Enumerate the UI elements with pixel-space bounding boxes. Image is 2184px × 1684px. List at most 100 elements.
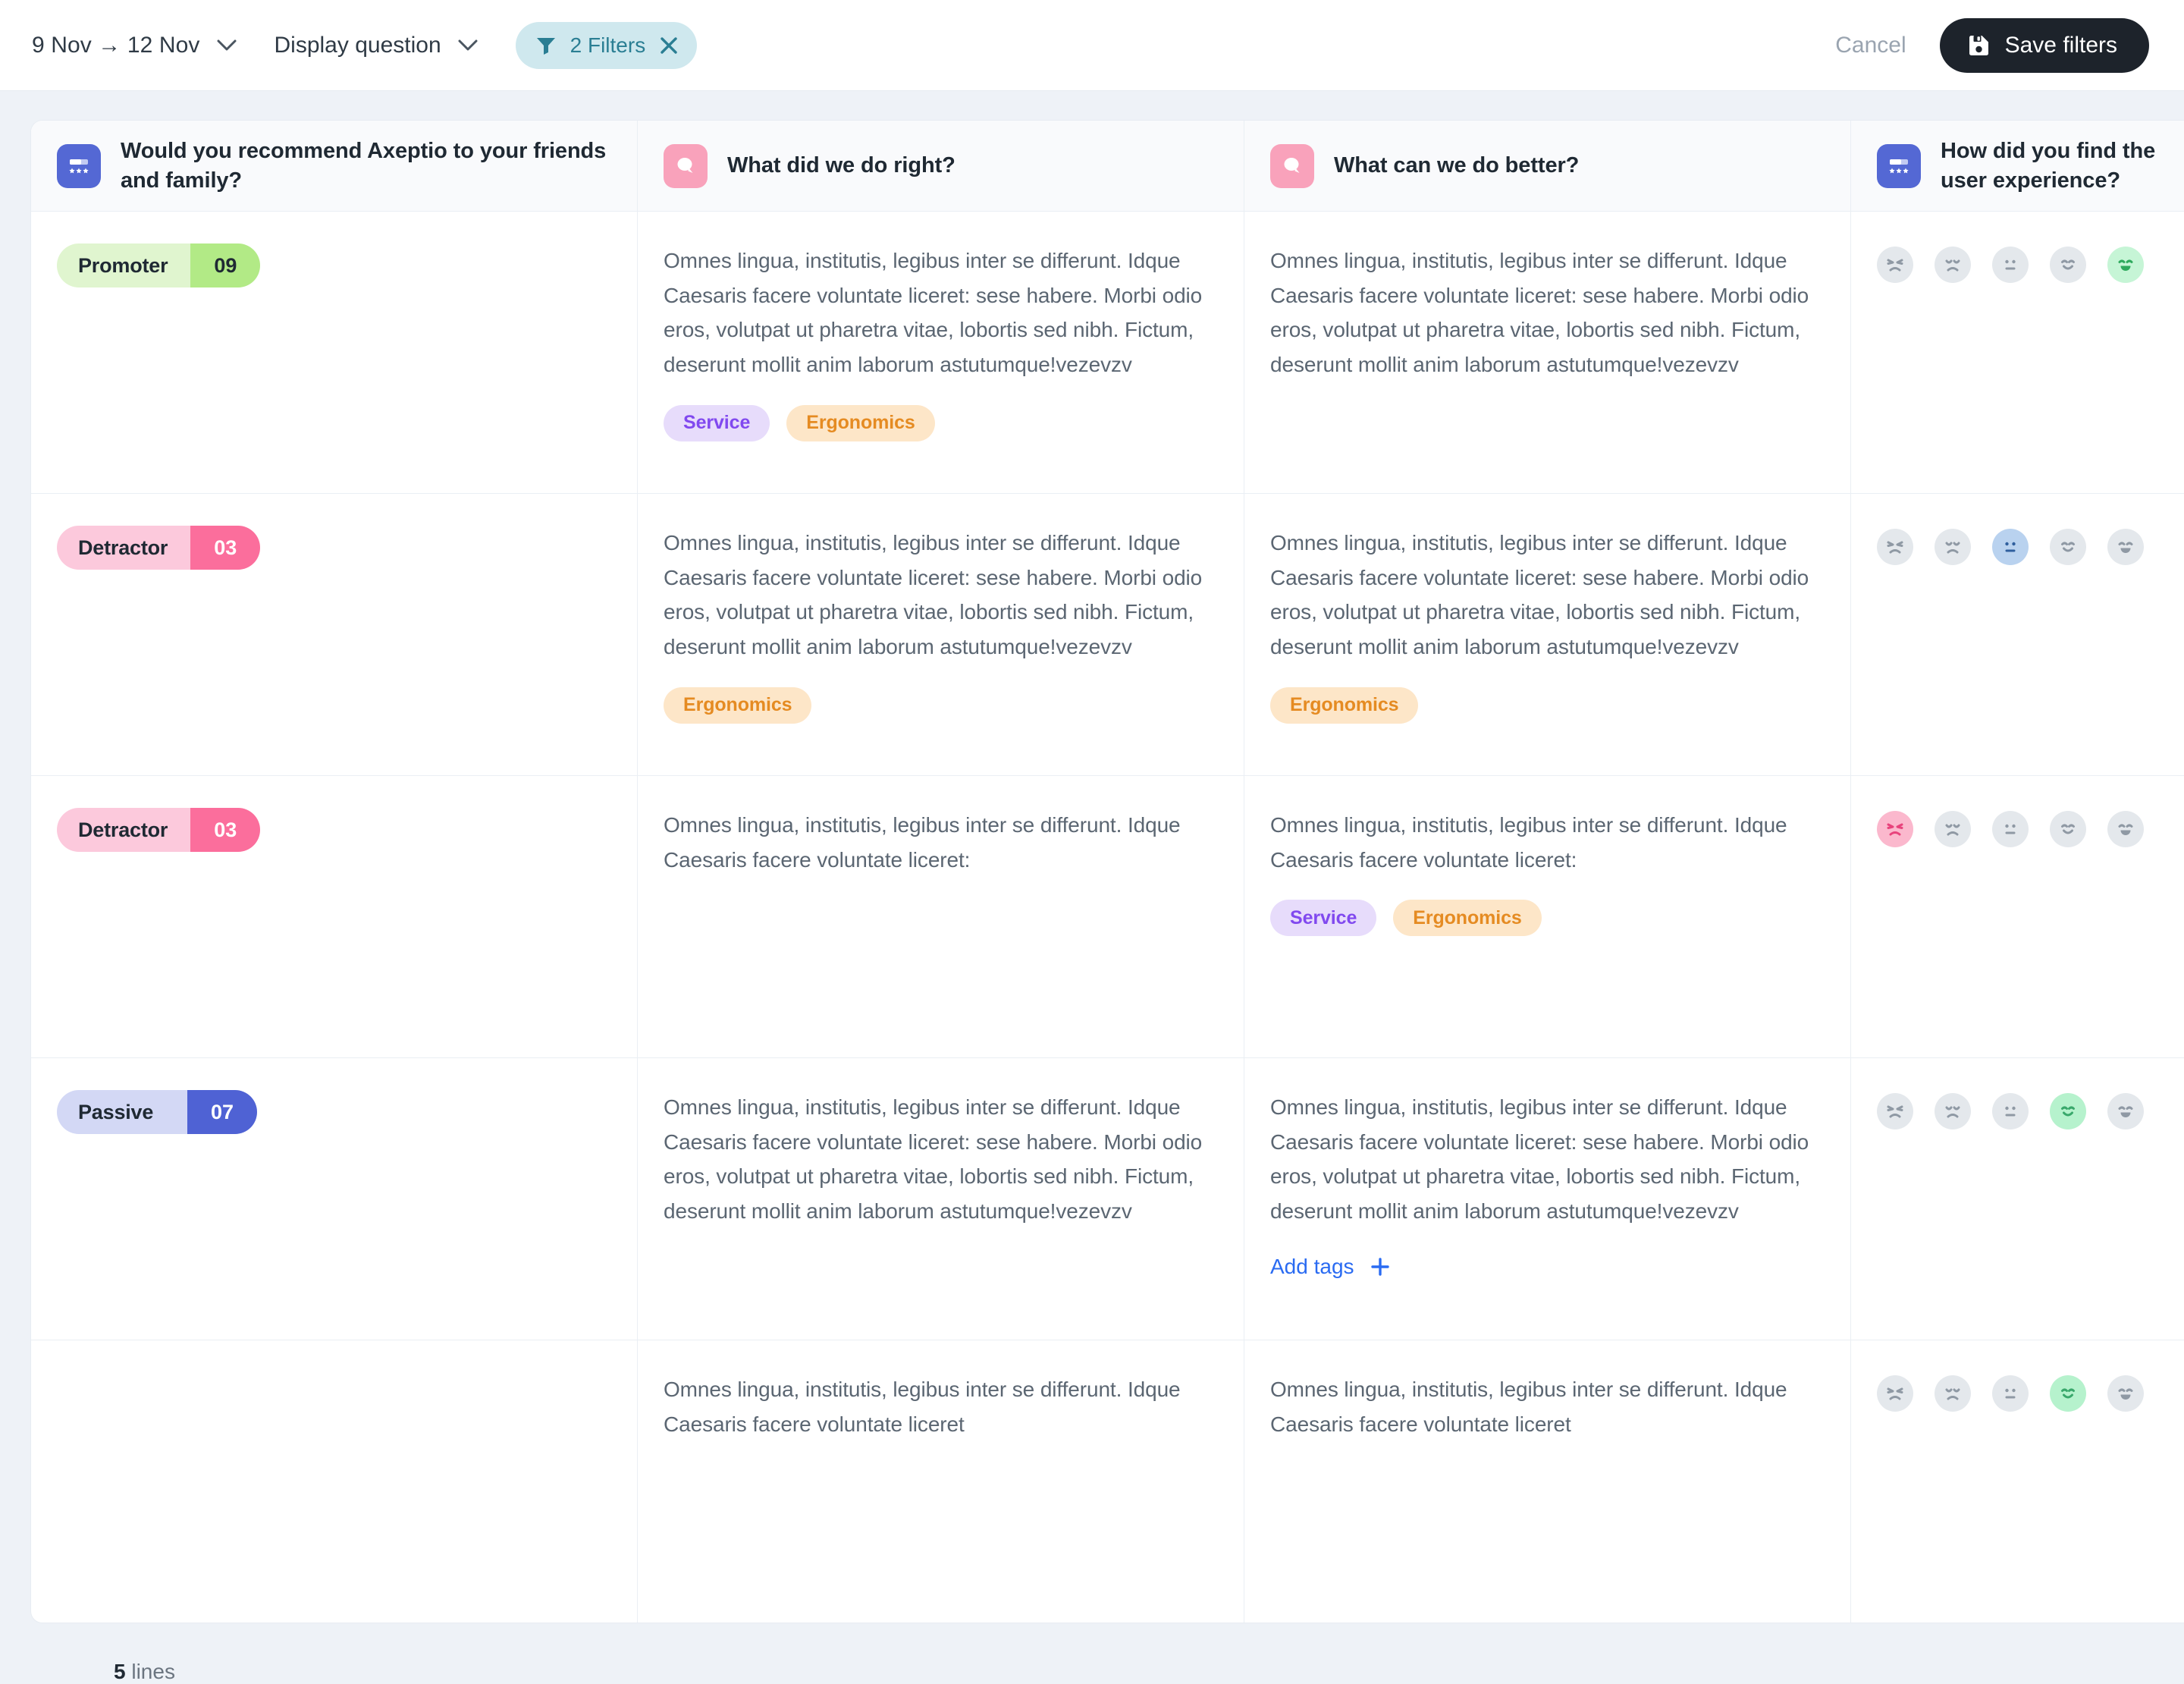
face-rating-option-3[interactable] <box>1992 1093 2029 1129</box>
close-icon[interactable] <box>659 36 679 55</box>
face-rating-option-2[interactable] <box>1935 247 1971 283</box>
face-rating-option-4[interactable] <box>2050 247 2086 283</box>
nps-score: 03 <box>190 808 261 852</box>
nps-badge: Passive 07 <box>57 1090 257 1134</box>
tag-service[interactable]: Service <box>664 404 770 441</box>
face-rating-scale <box>1877 808 2159 847</box>
user-experience-cell[interactable] <box>1851 212 2184 493</box>
face-rating-option-5[interactable] <box>2107 247 2144 283</box>
add-tags-button[interactable]: Add tags <box>1270 1255 1391 1279</box>
toolbar-actions: Cancel Save filters <box>1832 18 2149 73</box>
nps-cell[interactable]: Passive 07 <box>31 1058 638 1340</box>
active-filters-chip[interactable]: 2 Filters <box>515 22 698 69</box>
nps-label: Passive <box>57 1090 187 1134</box>
display-question-selector[interactable]: Display question <box>241 31 482 60</box>
face-rating-option-4[interactable] <box>2050 811 2086 847</box>
face-rating-option-2[interactable] <box>1935 529 1971 565</box>
face-rating-option-1[interactable] <box>1877 1093 1913 1129</box>
what-can-we-do-better-cell[interactable]: Omnes lingua, institutis, legibus inter … <box>1244 776 1851 1057</box>
nps-cell[interactable]: Promoter 09 <box>31 212 638 493</box>
face-rating-option-1[interactable] <box>1877 811 1913 847</box>
face-rating-option-5[interactable] <box>2107 1093 2144 1129</box>
filter-toolbar: 9 Nov → 12 Nov Display question 2 Filter… <box>0 0 2184 91</box>
face-rating-option-3[interactable] <box>1992 811 2029 847</box>
what-did-we-do-right-cell[interactable]: Omnes lingua, institutis, legibus inter … <box>638 494 1244 775</box>
nps-badge: Promoter 09 <box>57 243 261 287</box>
tag-ergonomics[interactable]: Ergonomics <box>664 686 812 724</box>
nps-badge: Detractor 03 <box>57 526 261 570</box>
face-rating-option-2[interactable] <box>1935 811 1971 847</box>
what-can-we-do-better-cell[interactable]: Omnes lingua, institutis, legibus inter … <box>1244 212 1851 493</box>
nps-cell[interactable] <box>31 1340 638 1623</box>
face-rating-option-1[interactable] <box>1877 247 1913 283</box>
date-range-selector[interactable]: 9 Nov → 12 Nov <box>32 31 241 60</box>
face-rating-option-5[interactable] <box>2107 811 2144 847</box>
column-header-what-did-we-do-right[interactable]: What did we do right? <box>638 121 1244 211</box>
what-did-we-do-right-cell[interactable]: Omnes lingua, institutis, legibus inter … <box>638 776 1244 1057</box>
plus-icon <box>1370 1256 1391 1277</box>
user-experience-cell[interactable] <box>1851 776 2184 1057</box>
what-can-we-do-better-cell[interactable]: Omnes lingua, institutis, legibus inter … <box>1244 494 1851 775</box>
tag-ergonomics[interactable]: Ergonomics <box>1393 900 1542 937</box>
column-header-nps[interactable]: Would you recommend Axeptio to your frie… <box>31 121 638 211</box>
column-header-label: Would you recommend Axeptio to your frie… <box>121 139 607 193</box>
chevron-down-icon[interactable] <box>453 31 482 60</box>
face-rating-option-1[interactable] <box>1877 529 1913 565</box>
column-header-what-can-we-do-better[interactable]: What can we do better? <box>1244 121 1851 211</box>
tag-service[interactable]: Service <box>1270 900 1377 937</box>
display-question-label: Display question <box>274 33 441 58</box>
face-rating-option-3[interactable] <box>1992 1375 2029 1412</box>
face-rating-option-2[interactable] <box>1935 1375 1971 1412</box>
column-header-label: What can we do better? <box>1334 153 1580 178</box>
table-row[interactable]: Promoter 09 Omnes lingua, institutis, legi… <box>31 212 2184 494</box>
face-rating-option-1[interactable] <box>1877 1375 1913 1412</box>
filter-icon <box>535 36 557 55</box>
nps-cell[interactable]: Detractor 03 <box>31 776 638 1057</box>
response-text: Omnes lingua, institutis, legibus inter … <box>664 1378 1181 1436</box>
nps-cell[interactable]: Detractor 03 <box>31 494 638 775</box>
response-text: Omnes lingua, institutis, legibus inter … <box>1270 1378 1787 1436</box>
user-experience-cell[interactable] <box>1851 494 2184 775</box>
face-rating-option-3[interactable] <box>1992 529 2029 565</box>
face-rating-option-3[interactable] <box>1992 247 2029 283</box>
response-text: Omnes lingua, institutis, legibus inter … <box>1270 531 1809 658</box>
nps-label: Detractor <box>57 808 191 852</box>
what-did-we-do-right-cell[interactable]: Omnes lingua, institutis, legibus inter … <box>638 1058 1244 1340</box>
add-tags-label: Add tags <box>1270 1254 1354 1278</box>
row-count-footer: 5 lines <box>30 1623 2184 1684</box>
nps-score: 03 <box>190 526 261 570</box>
response-text: Omnes lingua, institutis, legibus inter … <box>1270 1095 1809 1223</box>
table-row[interactable]: Detractor 03 Omnes lingua, institutis, leg… <box>31 494 2184 776</box>
face-rating-option-2[interactable] <box>1935 1093 1971 1129</box>
what-can-we-do-better-cell[interactable]: Omnes lingua, institutis, legibus inter … <box>1244 1340 1851 1623</box>
what-can-we-do-better-cell[interactable]: Omnes lingua, institutis, legibus inter … <box>1244 1058 1851 1340</box>
response-text: Omnes lingua, institutis, legibus inter … <box>1270 813 1787 872</box>
nps-label: Promoter <box>57 243 191 287</box>
face-rating-option-4[interactable] <box>2050 1375 2086 1412</box>
chevron-down-icon[interactable] <box>212 31 241 60</box>
save-filters-button[interactable]: Save filters <box>1939 18 2149 73</box>
cancel-button[interactable]: Cancel <box>1832 28 1909 63</box>
filters-count-label: 2 Filters <box>570 33 646 57</box>
column-header-user-experience[interactable]: How did you find the user experience? <box>1851 121 2184 211</box>
rating-icon <box>57 143 101 188</box>
column-header-label: What did we do right? <box>727 153 956 178</box>
nps-score: 09 <box>190 243 261 287</box>
table-row[interactable]: Detractor 03 Omnes lingua, institutis, leg… <box>31 776 2184 1058</box>
tag-ergonomics[interactable]: Ergonomics <box>1270 686 1419 724</box>
face-rating-scale <box>1877 1090 2159 1129</box>
face-rating-option-5[interactable] <box>2107 529 2144 565</box>
what-did-we-do-right-cell[interactable]: Omnes lingua, institutis, legibus inter … <box>638 1340 1244 1623</box>
table-row[interactable]: Passive 07 Omnes lingua, institutis, legib… <box>31 1058 2184 1340</box>
user-experience-cell[interactable] <box>1851 1058 2184 1340</box>
chat-bubble-icon <box>1270 143 1314 188</box>
face-rating-option-4[interactable] <box>2050 529 2086 565</box>
row-count-label: lines <box>131 1660 175 1683</box>
face-rating-option-5[interactable] <box>2107 1375 2144 1412</box>
table-row[interactable]: Omnes lingua, institutis, legibus inter … <box>31 1340 2184 1623</box>
what-did-we-do-right-cell[interactable]: Omnes lingua, institutis, legibus inter … <box>638 212 1244 493</box>
face-rating-option-4[interactable] <box>2050 1093 2086 1129</box>
user-experience-cell[interactable] <box>1851 1340 2184 1623</box>
tag-ergonomics[interactable]: Ergonomics <box>786 404 935 441</box>
save-filters-label: Save filters <box>2004 33 2117 58</box>
